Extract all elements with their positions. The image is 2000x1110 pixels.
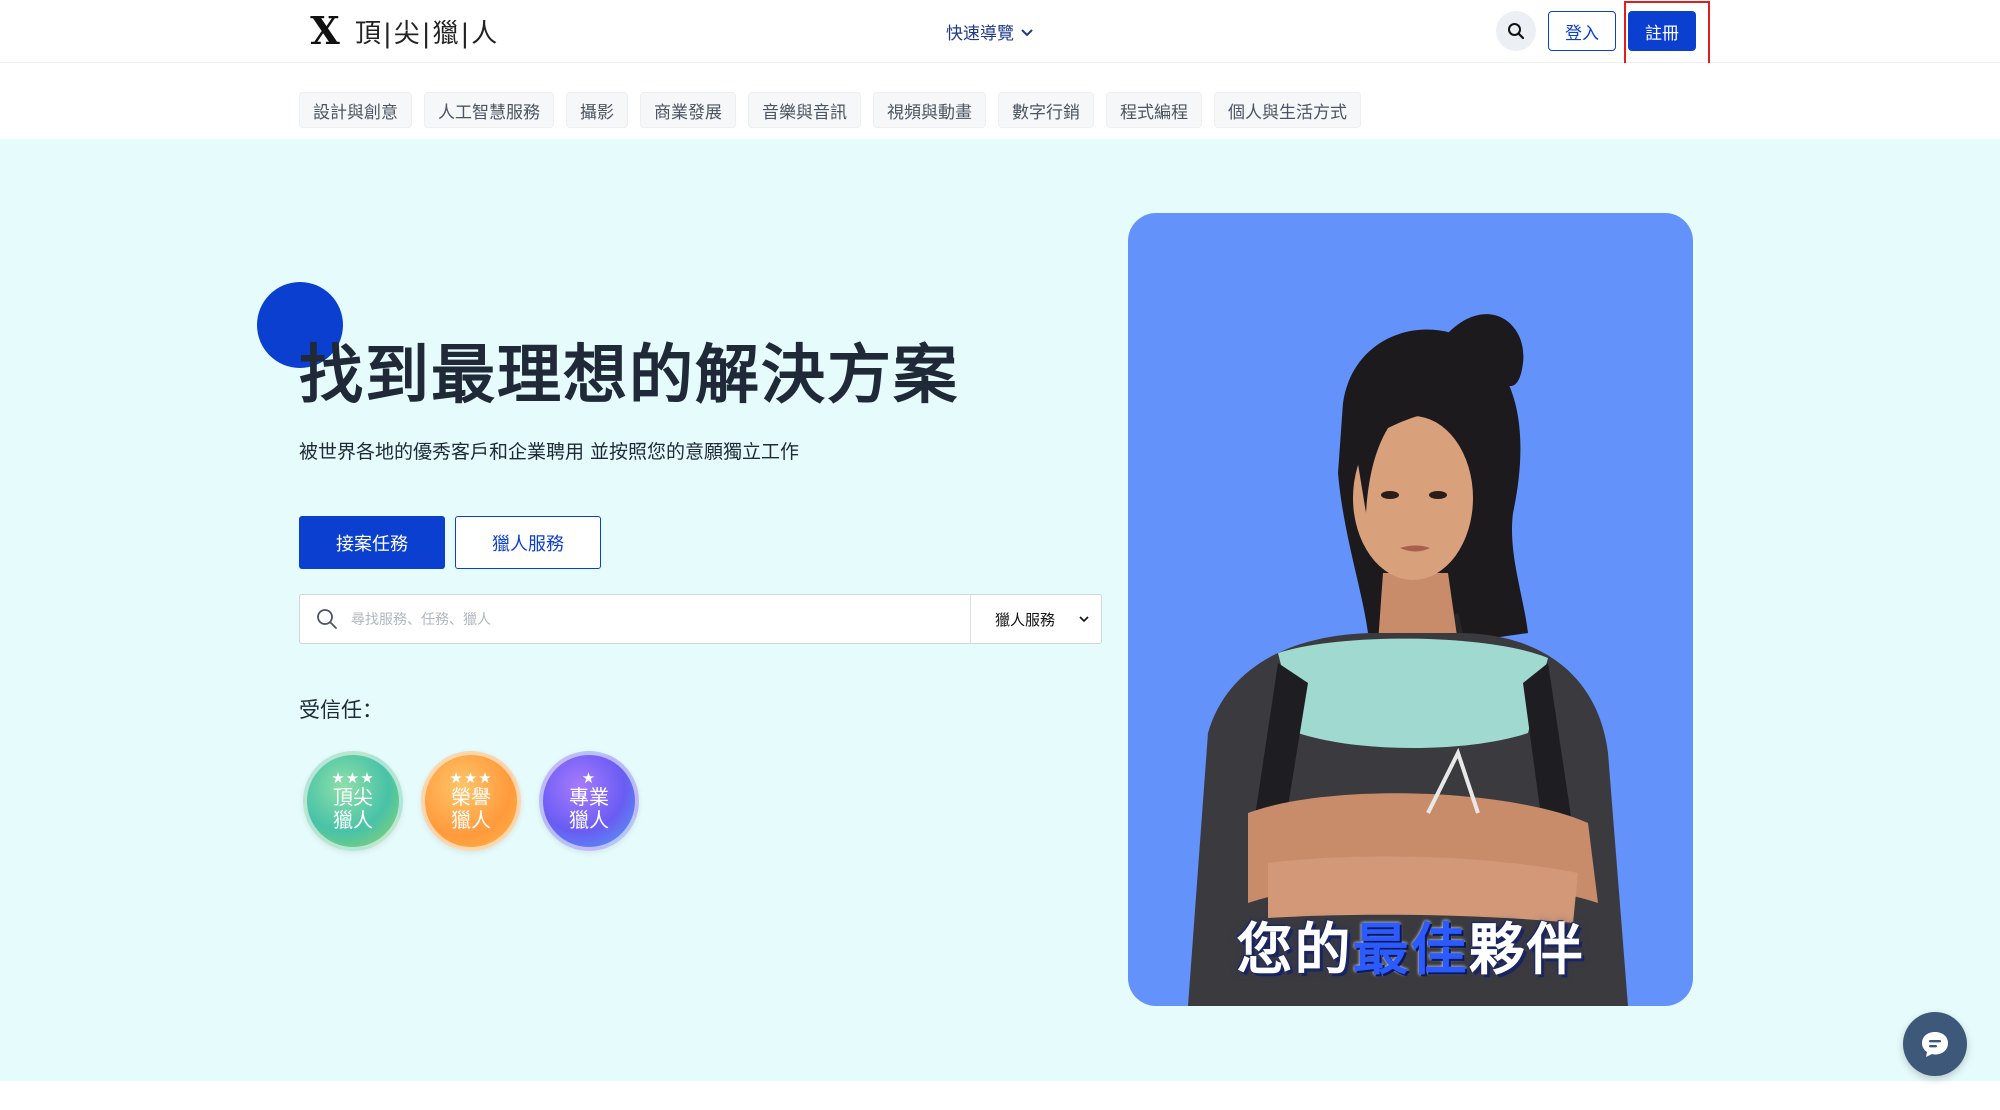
category-photography[interactable]: 攝影: [566, 92, 628, 128]
badge-pro-hunter: ★ 專業 獵人: [539, 751, 639, 851]
category-lifestyle[interactable]: 個人與生活方式: [1214, 92, 1361, 128]
badge-stars: ★★★: [449, 769, 493, 787]
trusted-label: 受信任：: [299, 698, 383, 722]
hero-person-image: [1188, 314, 1628, 1006]
search-type-select[interactable]: 獵人服務: [980, 595, 1100, 643]
photo-caption: 您的最佳夥伴: [1128, 905, 1693, 986]
search-icon: [1508, 23, 1525, 40]
signup-highlight-box: [1624, 1, 1710, 71]
category-list: 設計與創意 人工智慧服務 攝影 商業發展 音樂與音訊 視頻與動畫 數字行銷 程式…: [299, 92, 1361, 128]
photo-caption-part1: 您的: [1236, 918, 1353, 983]
hero-photo-card: 您的最佳夥伴: [1128, 213, 1693, 1006]
photo-caption-part3: 夥伴: [1468, 918, 1585, 983]
chat-icon: [1922, 1032, 1948, 1057]
badge-line2: 獵人: [451, 808, 491, 832]
chat-button[interactable]: [1903, 1012, 1967, 1076]
category-digital-marketing[interactable]: 數字行銷: [998, 92, 1094, 128]
category-programming[interactable]: 程式編程: [1106, 92, 1202, 128]
category-bar: 設計與創意 人工智慧服務 攝影 商業發展 音樂與音訊 視頻與動畫 數字行銷 程式…: [0, 63, 2000, 139]
badge-stars: ★: [581, 769, 597, 787]
login-button[interactable]: 登入: [1548, 11, 1616, 51]
category-video-animation[interactable]: 視頻與動畫: [873, 92, 986, 128]
site-logo[interactable]: X 頂|尖|獵|人: [305, 11, 500, 51]
category-music-audio[interactable]: 音樂與音訊: [748, 92, 861, 128]
badge-top-hunter: ★★★ 頂尖 獵人: [303, 751, 403, 851]
header-search-button[interactable]: [1496, 11, 1536, 51]
search-type-selected: 獵人服務: [995, 610, 1056, 629]
category-ai-services[interactable]: 人工智慧服務: [424, 92, 554, 128]
hero-search-bar: 獵人服務: [299, 594, 1102, 644]
category-business[interactable]: 商業發展: [640, 92, 736, 128]
search-icon: [317, 609, 337, 629]
badge-stars: ★★★: [331, 769, 375, 787]
badge-line1: 專業: [569, 785, 609, 809]
badge-honor-hunter: ★★★ 榮譽 獵人: [421, 751, 521, 851]
chevron-down-icon: [1079, 616, 1089, 623]
hunter-services-button[interactable]: 獵人服務: [455, 516, 601, 569]
quick-nav-dropdown[interactable]: 快速導覽: [946, 19, 1034, 44]
quick-nav-label: 快速導覽: [946, 24, 1014, 44]
category-design[interactable]: 設計與創意: [299, 92, 412, 128]
find-tasks-button[interactable]: 接案任務: [299, 516, 445, 569]
search-divider: [970, 595, 971, 643]
photo-caption-accent: 最佳: [1352, 918, 1469, 983]
logo-text: 頂|尖|獵|人: [355, 18, 500, 49]
hero-subtitle: 被世界各地的優秀客戶和企業聘用 並按照您的意願獨立工作: [299, 441, 800, 463]
badge-line2: 獵人: [569, 808, 609, 832]
chevron-down-icon: [1021, 28, 1033, 36]
hero-search-input[interactable]: [349, 605, 953, 635]
badge-line1: 榮譽: [451, 785, 491, 809]
badge-line2: 獵人: [333, 808, 373, 832]
hero-title: 找到最理想的解決方案: [299, 339, 959, 413]
logo-x-icon: X: [305, 11, 345, 51]
badge-line1: 頂尖: [333, 785, 373, 809]
